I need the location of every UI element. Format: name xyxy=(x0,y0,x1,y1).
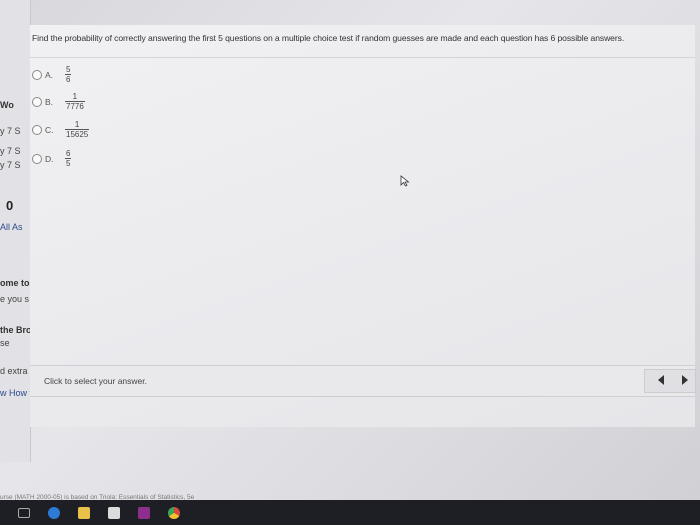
numerator: 5 xyxy=(66,65,71,74)
chrome-icon[interactable] xyxy=(168,506,180,519)
option-letter: C. xyxy=(45,124,54,135)
numerator: 1 xyxy=(72,92,78,101)
radio-button[interactable] xyxy=(32,124,42,135)
previous-question-icon[interactable] xyxy=(658,375,664,385)
question-nav xyxy=(644,369,696,393)
option-letter: A. xyxy=(45,69,54,80)
option-fraction: 1 7776 xyxy=(65,92,85,111)
option-letter: D. xyxy=(45,153,54,164)
left-sidebar: Wo y 7 S y 7 S y 7 S 0 All As ome to e y… xyxy=(0,0,34,462)
sidebar-fragment: e you s xyxy=(0,294,30,304)
sidebar-fragment: d extra h xyxy=(0,366,34,376)
sidebar-fragment[interactable]: y 7 S xyxy=(0,146,34,156)
radio-button[interactable] xyxy=(32,96,42,107)
option-letter: B. xyxy=(45,96,54,107)
numerator: 6 xyxy=(66,149,71,158)
option-fraction: 6 5 xyxy=(65,149,72,168)
task-view-icon[interactable] xyxy=(18,507,30,518)
divider xyxy=(30,57,695,58)
hint-text: Click to select your answer. xyxy=(44,376,147,386)
store-icon[interactable] xyxy=(108,506,120,519)
mouse-pointer-icon xyxy=(400,175,410,187)
option-a[interactable]: A. 5 6 xyxy=(32,65,72,84)
onenote-icon[interactable] xyxy=(138,506,150,519)
sidebar-fragment: ome to xyxy=(0,278,30,288)
option-fraction: 5 6 xyxy=(65,65,72,84)
sidebar-fragment[interactable]: y 7 S xyxy=(0,160,34,170)
sidebar-fragment[interactable]: y 7 S xyxy=(0,126,34,136)
numerator: 1 xyxy=(74,120,80,129)
question-panel: Find the probability of correctly answer… xyxy=(30,25,695,427)
taskbar xyxy=(0,500,700,525)
option-fraction: 1 15625 xyxy=(65,120,90,139)
sidebar-fragment: the Bro xyxy=(0,325,32,335)
denominator: 15625 xyxy=(65,129,90,139)
option-c[interactable]: C. 1 15625 xyxy=(32,120,90,139)
sidebar-link[interactable]: All As xyxy=(0,222,34,232)
file-explorer-icon[interactable] xyxy=(78,506,90,519)
denominator: 6 xyxy=(65,74,72,84)
edge-icon[interactable] xyxy=(48,506,60,519)
question-text: Find the probability of correctly answer… xyxy=(32,33,625,43)
sidebar-link[interactable]: w How to xyxy=(0,388,34,398)
sidebar-fragment: se xyxy=(0,338,10,348)
denominator: 7776 xyxy=(65,101,85,111)
option-d[interactable]: D. 6 5 xyxy=(32,149,72,168)
radio-button[interactable] xyxy=(32,153,42,164)
sidebar-fragment: Wo xyxy=(0,100,14,110)
radio-button[interactable] xyxy=(32,69,42,80)
denominator: 5 xyxy=(65,158,72,168)
option-b[interactable]: B. 1 7776 xyxy=(32,92,85,111)
answer-footer: Click to select your answer. ? xyxy=(30,365,695,397)
next-question-icon[interactable] xyxy=(682,375,688,385)
